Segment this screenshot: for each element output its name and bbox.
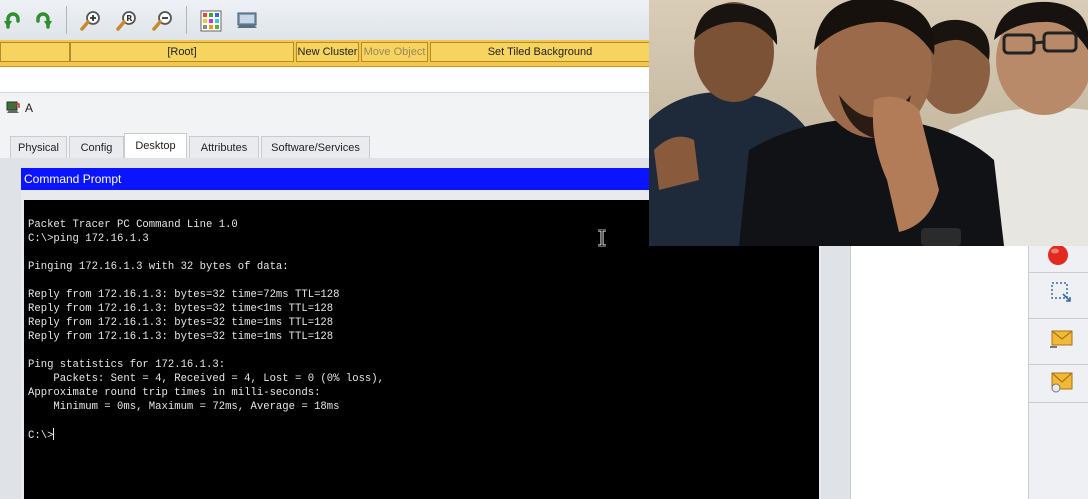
tools-separator xyxy=(1029,272,1088,273)
terminal-lines: Packet Tracer PC Command Line 1.0 C:\>pi… xyxy=(28,219,385,413)
command-prompt-title: Command Prompt xyxy=(24,172,122,186)
pc-icon xyxy=(6,101,20,113)
tab-attributes[interactable]: Attributes xyxy=(189,136,259,158)
workspace-canvas-right[interactable] xyxy=(850,246,1029,499)
device-tabs: Physical Config Desktop Attributes Softw… xyxy=(0,123,650,158)
tools-separator xyxy=(1029,364,1088,365)
palette-icon[interactable] xyxy=(198,8,224,34)
tab-physical[interactable]: Physical xyxy=(10,136,67,158)
zoom-out-icon[interactable] xyxy=(150,8,176,34)
device-window-titlebar[interactable]: A xyxy=(0,92,650,123)
tab-desktop[interactable]: Desktop xyxy=(124,133,187,158)
webcam-image xyxy=(649,0,1088,246)
zoom-in-icon[interactable] xyxy=(78,8,104,34)
new-cluster-button[interactable]: New Cluster xyxy=(296,42,359,62)
root-breadcrumb[interactable]: [Root] xyxy=(70,42,294,62)
set-tiled-background-button[interactable]: Set Tiled Background xyxy=(430,42,650,62)
zoom-reset-icon[interactable]: R xyxy=(114,8,140,34)
redo-icon[interactable] xyxy=(30,8,56,34)
move-object-button[interactable]: Move Object xyxy=(361,42,428,62)
tools-separator xyxy=(1029,402,1088,403)
back-button[interactable] xyxy=(0,42,70,62)
common-tools-bar xyxy=(1028,245,1088,499)
tools-separator xyxy=(1029,318,1088,319)
terminal-prompt: C:\> xyxy=(28,430,54,442)
tab-config[interactable]: Config xyxy=(69,136,124,158)
text-cursor xyxy=(53,428,55,440)
tab-software-services[interactable]: Software/Services xyxy=(261,136,370,158)
svg-text:R: R xyxy=(126,14,132,23)
terminal-text[interactable]: Packet Tracer PC Command Line 1.0 C:\>pi… xyxy=(28,218,384,443)
command-prompt-titlebar[interactable]: Command Prompt xyxy=(21,168,651,190)
mouse-ibeam-cursor xyxy=(598,229,606,247)
webcam-overlay xyxy=(649,0,1088,246)
add-complex-pdu-icon[interactable] xyxy=(1049,368,1075,394)
toolbar-separator xyxy=(66,6,67,34)
toolbar-separator xyxy=(186,6,187,34)
device-name: A xyxy=(25,101,34,115)
custom-device-icon[interactable] xyxy=(234,8,260,34)
add-simple-pdu-icon[interactable] xyxy=(1049,326,1075,350)
resize-icon[interactable] xyxy=(1049,280,1073,304)
undo-icon[interactable] xyxy=(0,8,26,34)
